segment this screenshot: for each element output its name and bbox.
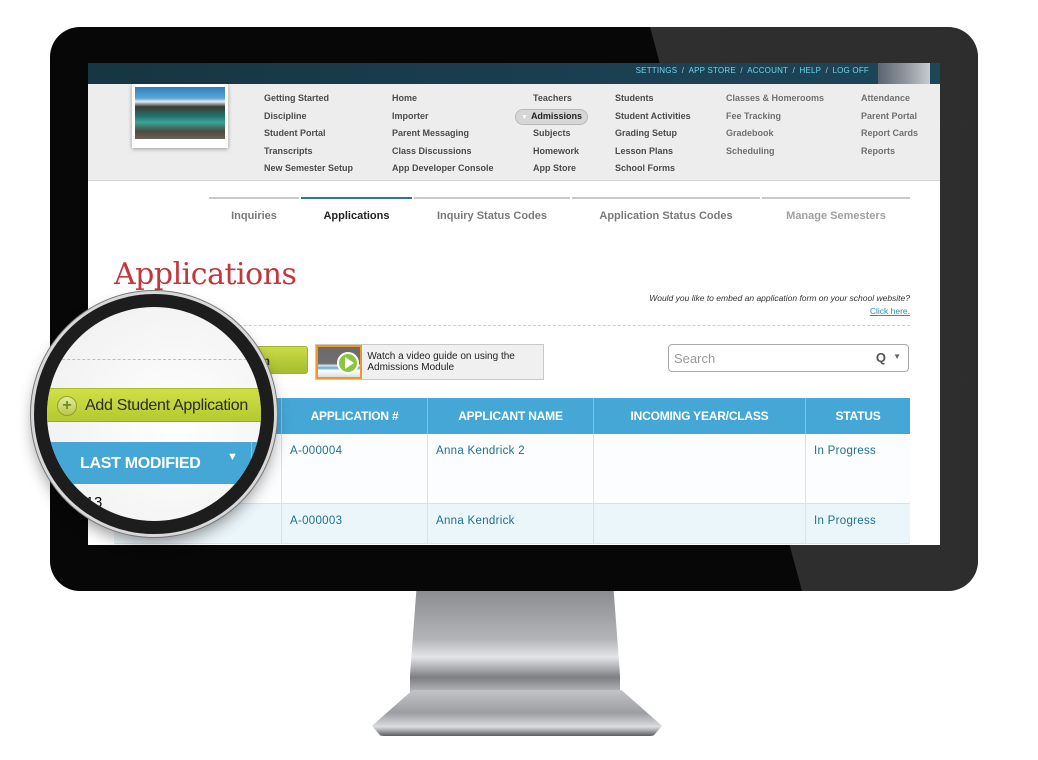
tab-inquiry-status-codes[interactable]: Inquiry Status Codes: [414, 197, 570, 227]
tab-inquiries[interactable]: Inquiries: [209, 197, 299, 227]
search-box: Q ▼: [668, 344, 909, 372]
tab-manage-semesters[interactable]: Manage Semesters: [762, 197, 910, 227]
search-icon[interactable]: Q: [876, 350, 886, 365]
nav-column-5: Classes & Homerooms Fee Tracking Gradebo…: [726, 90, 824, 160]
magnified-dashed-divider: [47, 359, 261, 360]
nav-admissions-label: Admissions: [530, 110, 582, 121]
nav-getting-started[interactable]: Getting Started: [264, 90, 353, 108]
nav-class-discussions[interactable]: Class Discussions: [392, 143, 494, 161]
link-separator: /: [740, 66, 743, 75]
nav-report-cards[interactable]: Report Cards: [861, 125, 918, 143]
account-links: SETTINGS / APP STORE / ACCOUNT / HELP / …: [635, 66, 870, 75]
tab-application-status-codes[interactable]: Application Status Codes: [572, 197, 760, 227]
nav-new-semester-setup[interactable]: New Semester Setup: [264, 160, 353, 178]
nav-app-developer-console[interactable]: App Developer Console: [392, 160, 494, 178]
nav-classes-homerooms[interactable]: Classes & Homerooms: [726, 90, 824, 108]
nav-homework[interactable]: Homework: [533, 143, 588, 161]
link-separator: /: [825, 66, 829, 75]
magnified-table-header: LAST MODIFIED ▼: [47, 442, 261, 484]
nav-parent-portal[interactable]: Parent Portal: [861, 108, 918, 126]
nav-teachers[interactable]: Teachers: [533, 90, 588, 108]
cell-status[interactable]: In Progress: [806, 434, 910, 504]
col-applicant-name[interactable]: APPLICANT NAME: [428, 398, 594, 434]
main-nav: Getting Started Discipline Student Porta…: [88, 84, 940, 181]
nav-parent-messaging[interactable]: Parent Messaging: [392, 125, 494, 143]
embed-prompt: Would you like to embed an application f…: [648, 292, 910, 318]
nav-subjects[interactable]: Subjects: [533, 125, 588, 143]
chevron-down-icon[interactable]: ▼: [893, 352, 901, 361]
nav-admissions[interactable]: ▼ Admissions: [515, 108, 588, 126]
nav-column-6: Attendance Parent Portal Report Cards Re…: [861, 90, 918, 160]
nav-discipline[interactable]: Discipline: [264, 108, 353, 126]
settings-link[interactable]: SETTINGS: [636, 66, 678, 75]
link-separator: /: [792, 66, 796, 75]
cell-applicant-name[interactable]: Anna Kendrick: [428, 504, 594, 544]
nav-gradebook[interactable]: Gradebook: [726, 125, 824, 143]
magnified-add-button[interactable]: + Add Student Application: [47, 388, 261, 422]
help-link[interactable]: HELP: [799, 66, 821, 75]
nav-column-4: Students Student Activities Grading Setu…: [615, 90, 691, 178]
nav-column-2: Home Importer Parent Messaging Class Dis…: [392, 90, 494, 178]
nav-student-portal[interactable]: Student Portal: [264, 125, 353, 143]
nav-students[interactable]: Students: [615, 90, 691, 108]
tab-applications[interactable]: Applications: [301, 197, 412, 227]
cell-application-number[interactable]: A-000003: [282, 504, 428, 544]
account-link[interactable]: ACCOUNT: [747, 66, 788, 75]
sort-down-icon[interactable]: ▼: [227, 451, 238, 463]
nav-home[interactable]: Home: [392, 90, 494, 108]
nav-transcripts[interactable]: Transcripts: [264, 143, 353, 161]
table-row[interactable]: A-000003 Anna Kendrick In Progress: [114, 504, 910, 544]
play-icon: [337, 352, 359, 374]
nav-grading-setup[interactable]: Grading Setup: [615, 125, 691, 143]
school-logo-photo: [132, 84, 228, 148]
cell-status[interactable]: In Progress: [806, 504, 910, 544]
cell-application-number[interactable]: A-000004: [282, 434, 428, 504]
page-title: Applications: [114, 257, 297, 292]
nav-importer[interactable]: Importer: [392, 108, 494, 126]
admissions-tabs: Inquiries Applications Inquiry Status Co…: [209, 197, 920, 227]
nav-app-store[interactable]: App Store: [533, 160, 588, 178]
nav-scheduling[interactable]: Scheduling: [726, 143, 824, 161]
nav-column-1: Getting Started Discipline Student Porta…: [264, 90, 353, 178]
col-application-number[interactable]: APPLICATION #: [282, 398, 428, 434]
coastal-photo-image: [135, 87, 225, 139]
monitor-stand-foot: [372, 690, 662, 736]
search-input[interactable]: [674, 350, 854, 366]
monitor-mockup: SETTINGS / APP STORE / ACCOUNT / HELP / …: [0, 0, 1038, 760]
nav-student-activities[interactable]: Student Activities: [615, 108, 691, 126]
cell-incoming-year-class: [594, 504, 806, 544]
nav-lesson-plans[interactable]: Lesson Plans: [615, 143, 691, 161]
dropdown-triangle-icon: ▼: [521, 113, 528, 121]
column-divider: [251, 442, 252, 484]
video-thumbnail: [316, 345, 363, 379]
link-separator: /: [681, 66, 685, 75]
nav-school-forms[interactable]: School Forms: [615, 160, 691, 178]
embed-prompt-text: Would you like to embed an application f…: [649, 293, 910, 303]
magnified-col-last-modified[interactable]: LAST MODIFIED: [80, 455, 201, 473]
nav-reports[interactable]: Reports: [861, 143, 918, 161]
nav-column-3: Teachers ▼ Admissions Subjects Homework A…: [515, 90, 588, 178]
user-avatar[interactable]: [878, 63, 930, 84]
cell-applicant-name[interactable]: Anna Kendrick 2: [428, 434, 594, 504]
top-bar: SETTINGS / APP STORE / ACCOUNT / HELP / …: [88, 63, 940, 84]
plus-icon: +: [57, 396, 77, 416]
col-status[interactable]: STATUS: [806, 398, 910, 434]
nav-admissions-active[interactable]: ▼ Admissions: [515, 108, 588, 125]
cell-incoming-year-class: [594, 434, 806, 504]
nav-fee-tracking[interactable]: Fee Tracking: [726, 108, 824, 126]
app-store-link[interactable]: APP STORE: [689, 66, 736, 75]
log-off-link[interactable]: LOG OFF: [832, 66, 869, 75]
video-guide-button[interactable]: Watch a video guide on using the Admissi…: [315, 344, 544, 380]
magnified-date-fragment: 2013: [69, 494, 103, 511]
magnified-add-label: Add Student Application: [85, 397, 249, 414]
video-guide-text: Watch a video guide on using the Admissi…: [367, 351, 515, 373]
embed-click-here-link[interactable]: Click here.: [870, 306, 910, 316]
magnifier-callout: + Add Student Application LAST MODIFIED …: [34, 294, 274, 534]
nav-attendance[interactable]: Attendance: [861, 90, 918, 108]
col-incoming-year-class[interactable]: INCOMING YEAR/CLASS: [594, 398, 806, 434]
